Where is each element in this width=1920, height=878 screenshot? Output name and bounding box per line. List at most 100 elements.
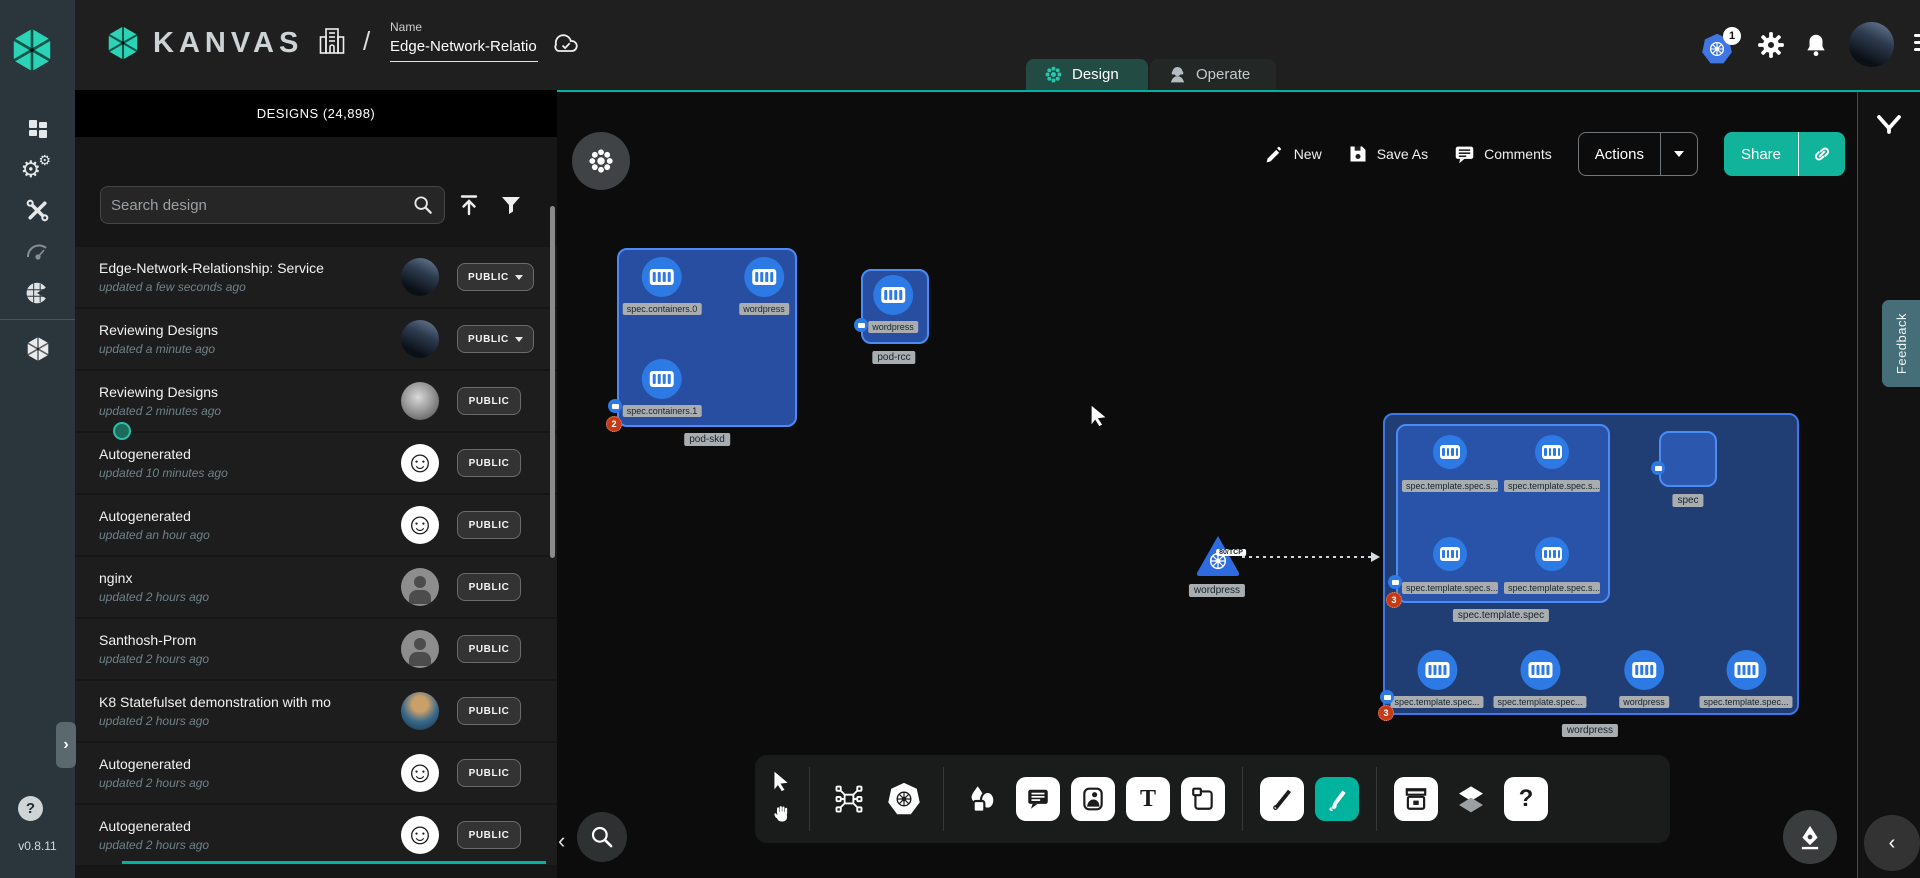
- media-tool-icon[interactable]: [1071, 777, 1115, 821]
- help-tool-icon[interactable]: ?: [1504, 777, 1548, 821]
- comments-button[interactable]: Comments: [1454, 144, 1552, 165]
- sidebar-item-lifecycle[interactable]: ⚙⚙: [0, 149, 75, 190]
- user-avatar[interactable]: [1849, 22, 1894, 67]
- kanvas-logo[interactable]: KANVAS: [105, 25, 303, 61]
- visibility-badge[interactable]: PUBLIC: [457, 511, 521, 539]
- pen-tool-icon[interactable]: [1260, 777, 1304, 821]
- actions-split-button[interactable]: Actions: [1578, 132, 1698, 176]
- sidebar-item-kanvas[interactable]: [0, 328, 75, 369]
- text-tool-icon[interactable]: T: [1126, 777, 1170, 821]
- visibility-badge[interactable]: PUBLIC: [457, 387, 521, 415]
- kubernetes-badge[interactable]: [854, 318, 868, 332]
- settings-gear-icon[interactable]: [1757, 31, 1785, 64]
- design-row[interactable]: K8 Statefulset demonstration with mo upd…: [75, 681, 557, 741]
- design-owner-avatar[interactable]: [401, 320, 439, 358]
- zoom-button[interactable]: [577, 812, 627, 862]
- visibility-badge[interactable]: PUBLIC: [457, 263, 534, 291]
- note-tool-icon[interactable]: [1181, 777, 1225, 821]
- pencil-draw-tool-icon[interactable]: [1315, 777, 1359, 821]
- design-owner-avatar[interactable]: [401, 568, 439, 606]
- design-owner-avatar[interactable]: ☺: [401, 444, 439, 482]
- tab-operate[interactable]: Operate: [1150, 59, 1276, 90]
- panel-scrollbar[interactable]: [550, 206, 555, 558]
- copy-link-icon[interactable]: [1798, 132, 1845, 176]
- dock-toggle-icon[interactable]: [1874, 112, 1904, 147]
- design-row[interactable]: Autogenerated updated 2 hours ago ☺ PUBL…: [75, 743, 557, 803]
- filter-funnel-icon[interactable]: [499, 193, 523, 222]
- design-row[interactable]: Santhosh-Prom updated 2 hours ago PUBLIC: [75, 619, 557, 679]
- drawer-tool-icon[interactable]: [1394, 777, 1438, 821]
- layers-icon[interactable]: [1449, 777, 1493, 821]
- design-row[interactable]: Autogenerated updated 10 minutes ago ☺ P…: [75, 433, 557, 493]
- kubernetes-badge[interactable]: [608, 399, 622, 413]
- visibility-badge[interactable]: PUBLIC: [457, 449, 521, 477]
- component-graph-icon[interactable]: [827, 777, 871, 821]
- design-row[interactable]: Autogenerated updated 2 hours ago ☺ PUBL…: [75, 805, 557, 865]
- kubernetes-badge[interactable]: [1651, 461, 1665, 475]
- edge-service-to-deployment[interactable]: [1242, 556, 1374, 558]
- notifications-bell-icon[interactable]: [1803, 32, 1829, 63]
- design-row[interactable]: Reviewing Designs updated a minute ago P…: [75, 309, 557, 369]
- publish-upload-icon[interactable]: [457, 193, 481, 222]
- design-owner-avatar[interactable]: ☺: [401, 506, 439, 544]
- kubernetes-tool-icon[interactable]: [882, 777, 926, 821]
- container-node[interactable]: spec.template.spec...: [1493, 650, 1586, 708]
- shapes-tool-icon[interactable]: [961, 777, 1005, 821]
- container-node[interactable]: spec.template.spec.s...: [1402, 435, 1498, 492]
- visibility-badge[interactable]: PUBLIC: [457, 573, 521, 601]
- visibility-badge[interactable]: PUBLIC: [457, 325, 534, 353]
- container-node[interactable]: spec.containers.0: [623, 257, 702, 315]
- sidebar-item-extensions[interactable]: [0, 272, 75, 313]
- pen-mode-button[interactable]: [1783, 810, 1837, 864]
- design-owner-avatar[interactable]: [401, 382, 439, 420]
- design-owner-avatar[interactable]: [401, 692, 439, 730]
- sidebar-item-dashboard[interactable]: [0, 108, 75, 149]
- save-as-button[interactable]: Save As: [1348, 144, 1428, 164]
- container-node[interactable]: wordpress: [739, 257, 789, 315]
- collapse-right-chevron[interactable]: ‹: [1864, 815, 1920, 871]
- error-badge[interactable]: 3: [1378, 705, 1394, 721]
- container-node[interactable]: spec.template.spec.s...: [1402, 537, 1498, 594]
- menu-hamburger-icon[interactable]: [1914, 34, 1920, 51]
- shapes-fab-button[interactable]: [572, 132, 630, 190]
- design-row[interactable]: nginx updated 2 hours ago PUBLIC: [75, 557, 557, 617]
- comment-tool-icon[interactable]: [1016, 777, 1060, 821]
- design-owner-avatar[interactable]: ☺: [401, 816, 439, 854]
- container-node[interactable]: spec.template.spec.s...: [1504, 435, 1600, 492]
- design-owner-avatar[interactable]: [401, 258, 439, 296]
- design-owner-avatar[interactable]: ☺: [401, 754, 439, 792]
- error-badge[interactable]: 3: [1386, 592, 1402, 608]
- search-design-box[interactable]: [100, 186, 445, 224]
- organization-icon[interactable]: [318, 26, 346, 61]
- sidebar-item-performance[interactable]: [0, 231, 75, 272]
- design-row[interactable]: Reviewing Designs updated 2 minutes ago …: [75, 371, 557, 431]
- new-button[interactable]: New: [1265, 144, 1322, 164]
- design-name-input[interactable]: [390, 34, 538, 62]
- share-split-button[interactable]: Share: [1724, 132, 1845, 176]
- collapse-left-chevron[interactable]: ‹: [558, 828, 565, 854]
- share-label[interactable]: Share: [1724, 132, 1798, 176]
- actions-dropdown-toggle[interactable]: [1660, 133, 1697, 175]
- kubernetes-context-count-badge[interactable]: 1: [1723, 27, 1741, 45]
- design-owner-avatar[interactable]: [401, 630, 439, 668]
- help-button[interactable]: ?: [18, 796, 43, 821]
- node-spec[interactable]: [1659, 431, 1717, 487]
- visibility-badge[interactable]: PUBLIC: [457, 697, 521, 725]
- sidebar-item-configuration[interactable]: [0, 190, 75, 231]
- feedback-tab[interactable]: Feedback: [1882, 300, 1920, 387]
- design-row[interactable]: Autogenerated updated an hour ago ☺ PUBL…: [75, 495, 557, 555]
- design-row[interactable]: Edge-Network-Relationship: Service updat…: [75, 247, 557, 307]
- search-design-input[interactable]: [111, 197, 412, 214]
- container-node[interactable]: spec.template.spec...: [1699, 650, 1792, 708]
- visibility-badge[interactable]: PUBLIC: [457, 821, 521, 849]
- kubernetes-badge[interactable]: [1380, 690, 1394, 704]
- pan-hand-icon[interactable]: [772, 804, 792, 829]
- container-node[interactable]: wordpress: [1619, 650, 1669, 708]
- select-tool-icon[interactable]: [771, 770, 792, 796]
- visibility-badge[interactable]: PUBLIC: [457, 759, 521, 787]
- container-node[interactable]: spec.template.spec...: [1390, 650, 1483, 708]
- tab-design[interactable]: Design: [1026, 59, 1148, 90]
- cloud-sync-icon[interactable]: [551, 32, 581, 61]
- container-node[interactable]: spec.template.spec.s...: [1504, 537, 1600, 594]
- node-service-wordpress[interactable]: [1194, 533, 1242, 584]
